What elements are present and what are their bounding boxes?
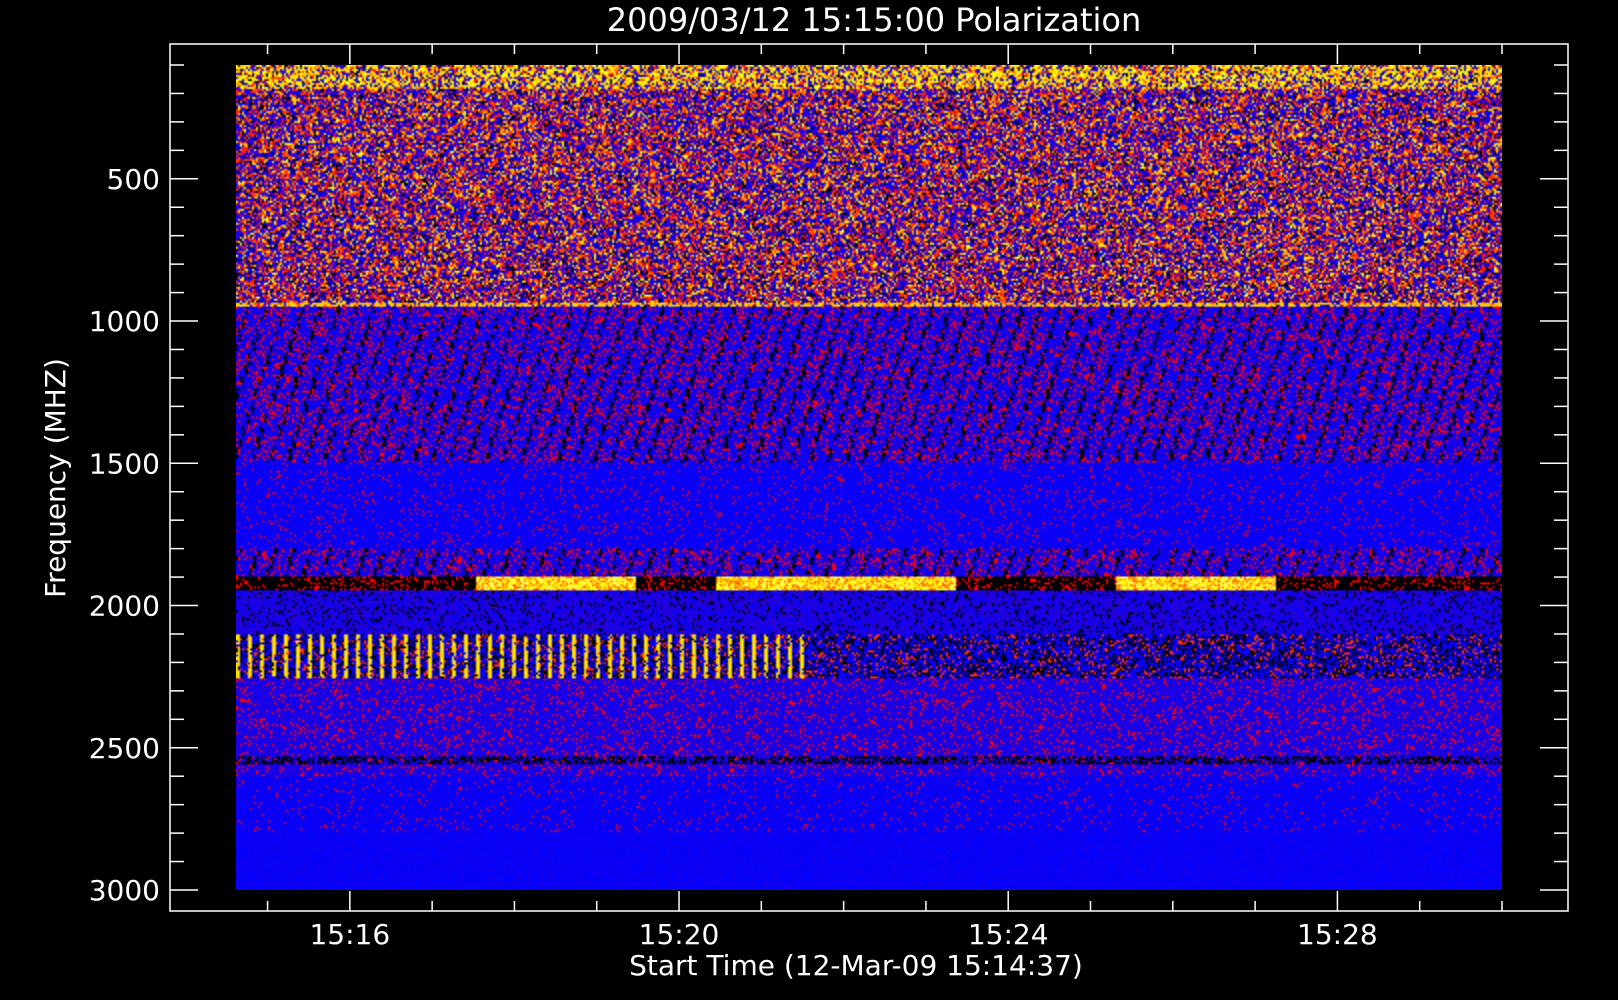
y-tick-label: 2000 [89, 590, 160, 623]
y-tick-label: 1500 [89, 447, 160, 480]
y-tick-label: 1000 [89, 305, 160, 338]
spectrogram-figure: 2009/03/12 15:15:00 Polarization 15:16 15… [0, 0, 1618, 1000]
x-tick-label: 15:28 [1297, 918, 1378, 951]
x-tick-label: 15:16 [309, 918, 390, 951]
y-tick-label: 500 [107, 163, 160, 196]
x-axis-title: Start Time (12-Mar-09 15:14:37) [629, 949, 1083, 982]
y-tick-label: 3000 [89, 874, 160, 907]
heatmap-group [236, 65, 1502, 890]
heatmap-image [236, 65, 1502, 890]
x-tick-label: 15:24 [968, 918, 1049, 951]
chart-title: 2009/03/12 15:15:00 Polarization [607, 1, 1141, 39]
y-tick-label: 2500 [89, 732, 160, 765]
y-axis-title: Frequency (MHZ) [39, 358, 72, 598]
x-tick-label: 15:20 [639, 918, 720, 951]
